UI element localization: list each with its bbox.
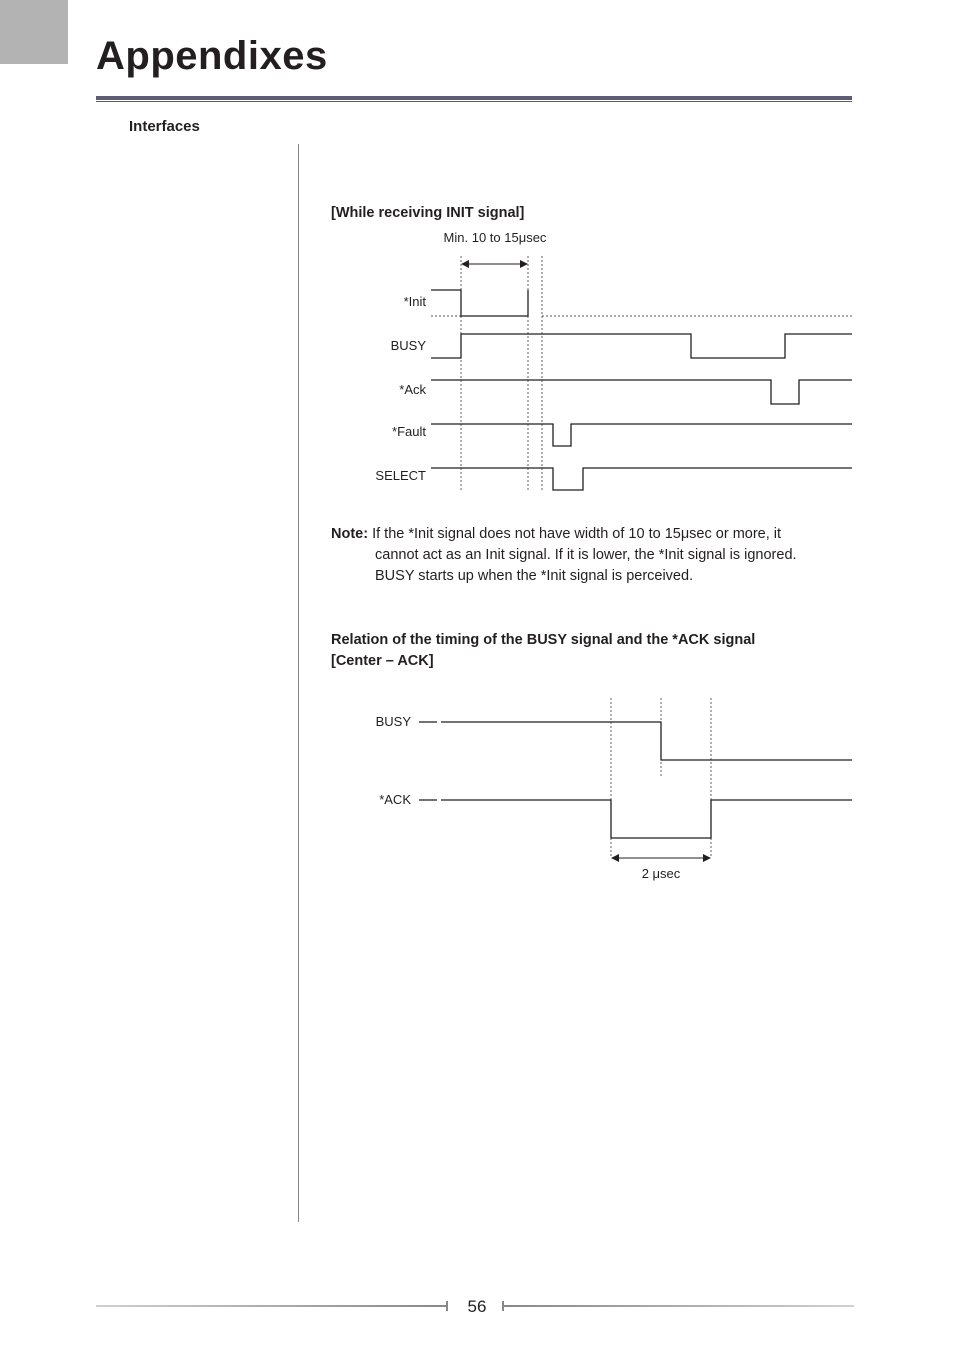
signal-label-init: *Init — [404, 294, 427, 309]
title-rule-thin — [96, 101, 852, 102]
left-tab-decoration — [0, 0, 68, 64]
diagram1-title: [While receiving INIT signal] — [331, 205, 524, 221]
signal-label-busy: BUSY — [391, 338, 427, 353]
timing-label-1: Min. 10 to 15μsec — [444, 230, 547, 245]
note-tag: Note: — [331, 526, 368, 542]
note-line1: If the *Init signal does not have width … — [372, 526, 781, 542]
signal2-ack: *ACK — [379, 792, 411, 807]
signal2-busy: BUSY — [376, 714, 412, 729]
page-title: Appendixes — [96, 34, 328, 79]
column-divider — [298, 144, 299, 1222]
section-label: Interfaces — [129, 118, 200, 135]
footer-rule-right — [504, 1305, 854, 1307]
diagram2-title-line2: [Center – ACK] — [331, 653, 434, 669]
signal-label-select: SELECT — [375, 468, 426, 483]
page-number: 56 — [0, 1297, 954, 1317]
diagram2-title-line1: Relation of the timing of the BUSY signa… — [331, 632, 755, 648]
timing-label-2: 2 μsec — [642, 866, 681, 881]
note-line2: cannot act as an Init signal. If it is l… — [331, 545, 852, 566]
signal-label-fault: *Fault — [392, 424, 426, 439]
diagram2-title: Relation of the timing of the BUSY signa… — [331, 630, 852, 672]
title-rule-thick — [96, 96, 852, 100]
note-text: Note: If the *Init signal does not have … — [331, 524, 852, 587]
note-line3: BUSY starts up when the *Init signal is … — [331, 566, 852, 587]
page-footer: 56 — [0, 1294, 954, 1318]
timing-diagram-busy-ack: BUSY *ACK 2 μsec — [331, 680, 852, 900]
signal-label-ack: *Ack — [399, 382, 426, 397]
timing-diagram-init: Min. 10 to 15μsec *Init BUSY *Ack *Fault… — [331, 228, 852, 496]
